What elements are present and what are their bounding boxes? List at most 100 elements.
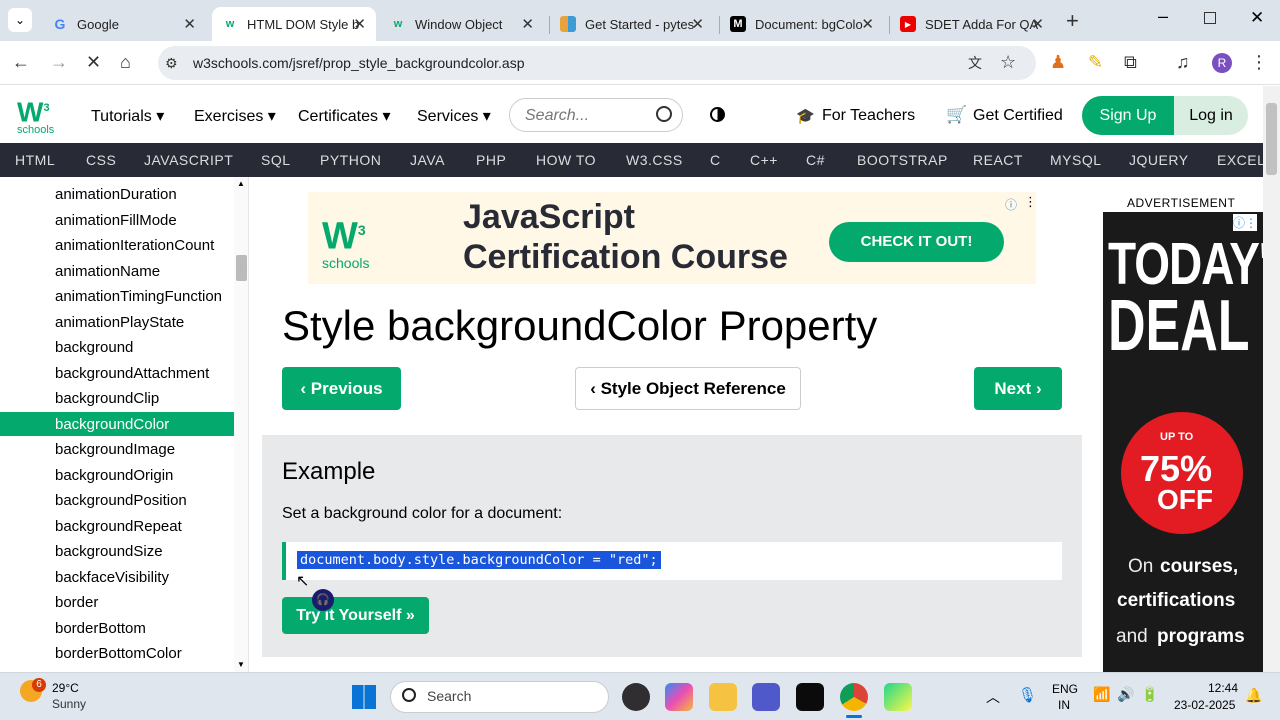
w3schools-logo[interactable]: W3 schools xyxy=(17,94,59,137)
style-object-reference-button[interactable]: ‹ Style Object Reference xyxy=(575,367,801,410)
tab-pytest[interactable]: Get Started - pytes ✕ xyxy=(550,7,714,41)
ad-options-icon[interactable]: ⋮ xyxy=(1024,194,1037,210)
for-teachers-link[interactable]: For Teachers xyxy=(822,107,915,125)
notification-bell-icon[interactable]: 🔔 xyxy=(1245,687,1262,704)
back-icon[interactable]: ← xyxy=(12,52,30,72)
topnav-php[interactable]: PHP xyxy=(476,152,506,168)
minimize-button[interactable]: – xyxy=(1158,6,1168,27)
ad-info-icon[interactable]: ⓘ xyxy=(1005,196,1017,213)
scroll-up-arrow-icon[interactable]: ▲ xyxy=(237,179,245,188)
topnav-c[interactable]: C xyxy=(710,152,721,168)
translate-icon[interactable]: 文 xyxy=(968,53,982,73)
log-in-button[interactable]: Log in xyxy=(1174,96,1248,135)
sidebar-item-backfacevisibility[interactable]: backfaceVisibility xyxy=(55,569,169,586)
topnav-bootstrap[interactable]: BOOTSTRAP xyxy=(857,152,948,168)
copilot-app-icon[interactable] xyxy=(665,683,693,711)
sign-up-button[interactable]: Sign Up xyxy=(1082,96,1174,135)
tab-mdn[interactable]: M Document: bgColo ✕ xyxy=(720,7,884,41)
battery-icon[interactable]: 🔋 xyxy=(1141,686,1158,703)
get-certified-link[interactable]: Get Certified xyxy=(973,107,1063,125)
close-icon[interactable]: ✕ xyxy=(691,15,704,33)
try-it-yourself-button[interactable]: Try it Yourself » xyxy=(282,597,429,634)
page-scroll-thumb[interactable] xyxy=(1266,103,1277,175)
bookmark-star-icon[interactable]: ☆ xyxy=(1000,52,1016,72)
new-tab-button[interactable]: + xyxy=(1066,8,1079,34)
menu-certificates[interactable]: Certificates ▾ xyxy=(298,106,391,126)
pycharm-app-icon[interactable] xyxy=(884,683,912,711)
tab-html-dom-style[interactable]: w HTML DOM Style b ✕ xyxy=(212,7,376,41)
tab-window-object[interactable]: w Window Object ✕ xyxy=(380,7,544,41)
maximize-button[interactable] xyxy=(1204,12,1216,24)
wifi-icon[interactable]: 📶 xyxy=(1093,686,1110,703)
chrome-app-icon[interactable] xyxy=(840,683,868,711)
taskbar-search-box[interactable] xyxy=(390,681,609,713)
obs-app-icon[interactable] xyxy=(622,683,650,711)
sidebar-item-animationduration[interactable]: animationDuration xyxy=(55,186,177,203)
tray-chevron-icon[interactable]: ︿ xyxy=(986,687,1000,707)
sidebar-item-borderbottomcolor[interactable]: borderBottomColor xyxy=(55,645,182,662)
volume-icon[interactable]: 🔊 xyxy=(1117,686,1134,703)
extensions-icon[interactable]: ⧉ xyxy=(1124,52,1137,72)
tab-google[interactable]: G Google ✕ xyxy=(42,7,206,41)
previous-button[interactable]: ‹ Previous xyxy=(282,367,401,410)
window-close-button[interactable]: ✕ xyxy=(1250,8,1264,28)
sidebar-item-animationtimingfunction[interactable]: animationTimingFunction xyxy=(55,288,222,305)
site-info-icon[interactable]: ⚙ xyxy=(165,53,178,73)
tab-search-button[interactable]: ⌄ xyxy=(8,8,32,32)
close-icon[interactable]: ✕ xyxy=(521,15,534,33)
sidebar-scrollbar[interactable] xyxy=(234,177,249,672)
media-control-icon[interactable]: ♫ xyxy=(1176,52,1190,72)
file-explorer-icon[interactable] xyxy=(709,683,737,711)
profile-avatar[interactable]: R xyxy=(1212,53,1232,73)
topnav-excel[interactable]: EXCEL xyxy=(1217,152,1265,168)
topnav-html[interactable]: HTML xyxy=(15,152,55,168)
forward-icon[interactable]: → xyxy=(50,52,68,72)
language-eng[interactable]: ENG xyxy=(1052,682,1078,696)
teams-app-icon[interactable] xyxy=(752,683,780,711)
sidebar-item-animationname[interactable]: animationName xyxy=(55,263,160,280)
topnav-java[interactable]: JAVA xyxy=(410,152,445,168)
sidebar-item-backgroundsize[interactable]: backgroundSize xyxy=(55,543,163,560)
next-button[interactable]: Next › xyxy=(974,367,1062,410)
highlighter-icon[interactable]: ✎ xyxy=(1088,52,1103,72)
sidebar-item-backgroundattachment[interactable]: backgroundAttachment xyxy=(55,365,209,382)
menu-tutorials[interactable]: Tutorials ▾ xyxy=(91,106,164,126)
home-icon[interactable]: ⌂ xyxy=(120,52,131,72)
topnav-mysql[interactable]: MYSQL xyxy=(1050,152,1102,168)
topnav-javascript[interactable]: JAVASCRIPT xyxy=(144,152,233,168)
sidebar-item-backgroundcolor[interactable]: backgroundColor xyxy=(55,416,169,433)
sidebar-item-border[interactable]: border xyxy=(55,594,98,611)
sidebar-item-backgroundclip[interactable]: backgroundClip xyxy=(55,390,159,407)
close-icon[interactable]: ✕ xyxy=(353,15,366,33)
topnav-jquery[interactable]: JQUERY xyxy=(1129,152,1189,168)
extension-avatar-icon[interactable]: ♟ xyxy=(1050,52,1066,72)
topnav-sql[interactable]: SQL xyxy=(261,152,291,168)
webstorm-app-icon[interactable] xyxy=(796,683,824,711)
close-icon[interactable]: ✕ xyxy=(861,15,874,33)
menu-services[interactable]: Services ▾ xyxy=(417,106,491,126)
sidebar-item-backgroundorigin[interactable]: backgroundOrigin xyxy=(55,467,173,484)
sidebar-scroll-thumb[interactable] xyxy=(236,255,247,281)
topnav-css[interactable]: CSS xyxy=(86,152,116,168)
stop-icon[interactable]: ✕ xyxy=(86,52,101,72)
code-text[interactable]: document.body.style.backgroundColor = "r… xyxy=(297,551,661,569)
windows-start-icon[interactable] xyxy=(352,685,376,709)
topnav-c[interactable]: C++ xyxy=(750,152,778,168)
browser-menu-icon[interactable]: ⋮ xyxy=(1250,52,1268,72)
contrast-toggle-icon[interactable] xyxy=(710,107,725,122)
topnav-react[interactable]: REACT xyxy=(973,152,1023,168)
sidebar-item-animationplaystate[interactable]: animationPlayState xyxy=(55,314,184,331)
sidebar-item-backgroundrepeat[interactable]: backgroundRepeat xyxy=(55,518,182,535)
topnav-how-to[interactable]: HOW TO xyxy=(536,152,596,168)
sidebar-item-backgroundposition[interactable]: backgroundPosition xyxy=(55,492,187,509)
close-icon[interactable]: ✕ xyxy=(183,15,196,33)
topnav-c[interactable]: C# xyxy=(806,152,825,168)
sidebar-item-animationfillmode[interactable]: animationFillMode xyxy=(55,212,177,229)
ad-cta-button[interactable]: CHECK IT OUT! xyxy=(829,222,1004,262)
sidebar-item-borderbottom[interactable]: borderBottom xyxy=(55,620,146,637)
close-icon[interactable]: ✕ xyxy=(1031,15,1044,33)
topnav-w3-css[interactable]: W3.CSS xyxy=(626,152,683,168)
sidebar-item-animationiterationcount[interactable]: animationIterationCount xyxy=(55,237,214,254)
clock-time[interactable]: 12:44 xyxy=(1208,681,1238,695)
sidebar-item-background[interactable]: background xyxy=(55,339,133,356)
